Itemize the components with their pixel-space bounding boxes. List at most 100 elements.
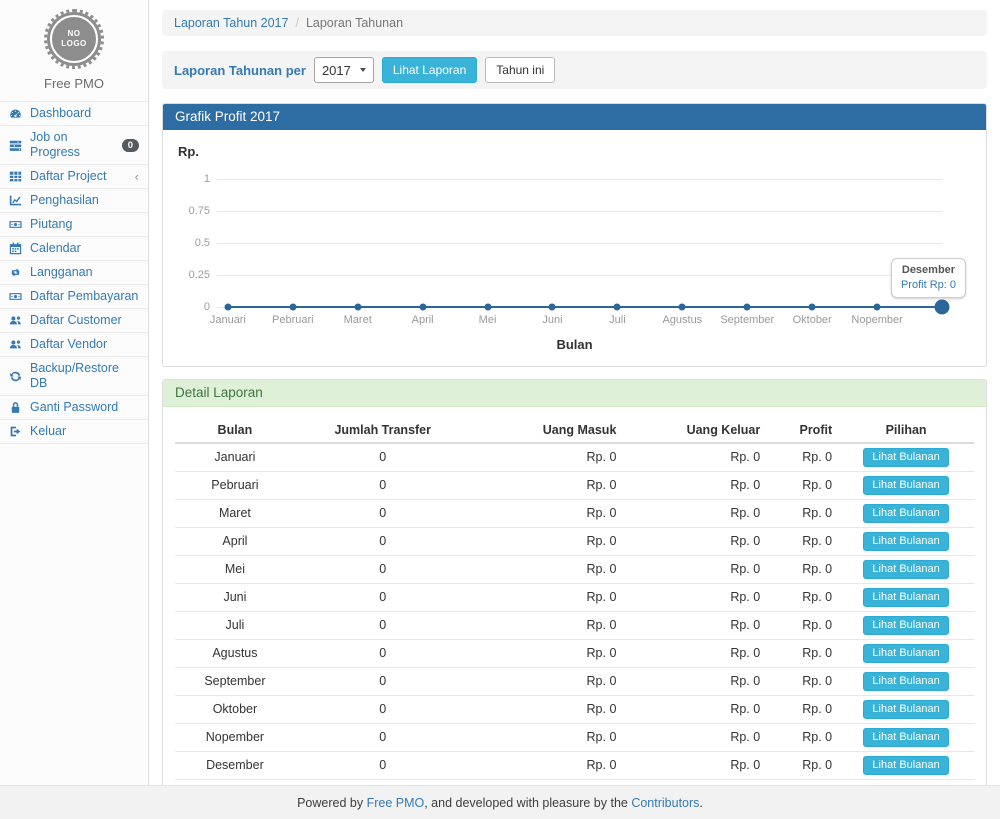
sidebar-item-backup-restore-db[interactable]: Backup/Restore DB [0, 357, 148, 396]
data-point-april[interactable] [419, 304, 426, 311]
breadcrumb: Laporan Tahun 2017 / Laporan Tahunan [162, 10, 987, 36]
table-row: Pebruari 0 Rp. 0 Rp. 0 Rp. 0 Lihat Bulan… [175, 472, 974, 500]
lihat-bulanan-button[interactable]: Lihat Bulanan [863, 672, 948, 691]
lihat-bulanan-button[interactable]: Lihat Bulanan [863, 448, 948, 467]
chart-tooltip: Desember Profit Rp: 0 [891, 258, 966, 298]
sidebar-item-calendar[interactable]: Calendar [0, 237, 148, 261]
profit-line [228, 306, 942, 308]
count-badge: 0 [122, 139, 139, 152]
sidebar-item-daftar-customer[interactable]: Daftar Customer [0, 309, 148, 333]
lihat-bulanan-button[interactable]: Lihat Bulanan [863, 476, 948, 495]
sidebar-item-daftar-vendor[interactable]: Daftar Vendor [0, 333, 148, 357]
sidebar-item-daftar-pembayaran[interactable]: Daftar Pembayaran [0, 285, 148, 309]
lihat-bulanan-button[interactable]: Lihat Bulanan [863, 616, 948, 635]
year-select[interactable]: 2017 [314, 57, 374, 83]
lihat-bulanan-button[interactable]: Lihat Bulanan [863, 588, 948, 607]
chart-y-axis-title: Rp. [178, 144, 974, 159]
breadcrumb-link[interactable]: Laporan Tahun 2017 [174, 16, 288, 30]
data-point-pebruari[interactable] [289, 304, 296, 311]
chevron-down-icon [360, 68, 366, 72]
sidebar-item-job-on-progress[interactable]: Job on Progress 0 [0, 126, 148, 165]
sidebar-item-label: Ganti Password [30, 400, 118, 415]
retweet-icon [9, 266, 24, 279]
y-tick-label: 0.5 [195, 237, 210, 249]
sidebar-item-langganan[interactable]: Langganan [0, 261, 148, 285]
free-pmo-link[interactable]: Free PMO [367, 796, 425, 810]
x-tick-label: Juni [542, 314, 562, 326]
data-point-januari[interactable] [224, 304, 231, 311]
data-point-mei[interactable] [484, 304, 491, 311]
no-logo-text: NO LOGO [61, 29, 87, 49]
sidebar-item-dashboard[interactable]: Dashboard [0, 102, 148, 126]
lihat-bulanan-button[interactable]: Lihat Bulanan [863, 560, 948, 579]
table-row: September 0 Rp. 0 Rp. 0 Rp. 0 Lihat Bula… [175, 668, 974, 696]
chart-panel-title: Grafik Profit 2017 [163, 104, 986, 130]
sidebar-item-label: Daftar Project [30, 169, 106, 184]
breadcrumb-separator: / [295, 16, 298, 30]
y-tick-label: 0.25 [189, 269, 210, 281]
data-point-maret[interactable] [354, 304, 361, 311]
gridline [217, 211, 942, 212]
detail-table-body: Januari 0 Rp. 0 Rp. 0 Rp. 0 Lihat Bulana… [175, 443, 974, 785]
detail-table: Bulan Jumlah Transfer Uang Masuk Uang Ke… [175, 419, 974, 785]
sidebar-item-piutang[interactable]: Piutang [0, 213, 148, 237]
sidebar-item-penghasilan[interactable]: Penghasilan [0, 189, 148, 213]
detail-panel-body: Bulan Jumlah Transfer Uang Masuk Uang Ke… [163, 407, 986, 785]
detail-panel-title: Detail Laporan [163, 380, 986, 407]
data-point-desember[interactable] [935, 300, 950, 315]
table-row: Desember 0 Rp. 0 Rp. 0 Rp. 0 Lihat Bulan… [175, 752, 974, 780]
x-tick-label: Maret [344, 314, 372, 326]
data-point-agustus[interactable] [679, 304, 686, 311]
data-point-juli[interactable] [614, 304, 621, 311]
column-header-uang-keluar: Uang Keluar [622, 419, 766, 443]
x-tick-label: Juli [609, 314, 626, 326]
lihat-bulanan-button[interactable]: Lihat Bulanan [863, 532, 948, 551]
data-point-oktober[interactable] [809, 304, 816, 311]
x-tick-label: Mei [479, 314, 497, 326]
chart-panel-body: Rp. Desember Profit Rp: 0 10.750.50.250 … [163, 130, 986, 366]
y-tick-label: 0 [204, 301, 210, 313]
lihat-bulanan-button[interactable]: Lihat Bulanan [863, 644, 948, 663]
gridline [217, 179, 942, 180]
table-icon [9, 170, 24, 183]
tahun-ini-button[interactable]: Tahun ini [485, 57, 555, 83]
footer: Powered by Free PMO, and developed with … [0, 785, 1000, 819]
profit-chart-panel: Grafik Profit 2017 Rp. Desember Profit R… [162, 103, 987, 367]
sidebar-item-keluar[interactable]: Keluar [0, 420, 148, 444]
sign-out-icon [9, 425, 24, 438]
main-row: NO LOGO Free PMO Dashboard Job on Progre… [0, 0, 1000, 785]
year-select-value: 2017 [322, 63, 351, 78]
no-logo-badge: NO LOGO [47, 12, 101, 66]
contributors-link[interactable]: Contributors [631, 796, 699, 810]
lihat-laporan-button[interactable]: Lihat Laporan [382, 57, 477, 83]
column-header-jumlah-transfer: Jumlah Transfer [295, 419, 471, 443]
tasks-icon [9, 139, 24, 152]
users-icon [9, 314, 24, 327]
logo-area: NO LOGO Free PMO [0, 0, 148, 101]
users-icon [9, 338, 24, 351]
table-row: Januari 0 Rp. 0 Rp. 0 Rp. 0 Lihat Bulana… [175, 443, 974, 472]
line-chart-icon [9, 194, 24, 207]
brand-name: Free PMO [0, 76, 148, 91]
chart-plot: Desember Profit Rp: 0 10.750.50.250 [217, 179, 942, 307]
lihat-bulanan-button[interactable]: Lihat Bulanan [863, 504, 948, 523]
column-header-pilihan: Pilihan [838, 419, 974, 443]
data-point-nopember[interactable] [874, 304, 881, 311]
lihat-bulanan-button[interactable]: Lihat Bulanan [863, 756, 948, 775]
table-row: Juli 0 Rp. 0 Rp. 0 Rp. 0 Lihat Bulanan [175, 612, 974, 640]
lihat-bulanan-button[interactable]: Lihat Bulanan [863, 728, 948, 747]
sidebar-item-label: Langganan [30, 265, 93, 280]
sidebar-item-label: Daftar Vendor [30, 337, 107, 352]
sidebar-item-ganti-password[interactable]: Ganti Password [0, 396, 148, 420]
column-header-uang-masuk: Uang Masuk [471, 419, 623, 443]
x-tick-label: Oktober [793, 314, 832, 326]
data-point-juni[interactable] [549, 304, 556, 311]
sidebar-item-daftar-project[interactable]: Daftar Project ‹ [0, 165, 148, 189]
y-tick-label: 1 [204, 173, 210, 185]
lihat-bulanan-button[interactable]: Lihat Bulanan [863, 700, 948, 719]
chart-x-labels: JanuariPebruariMaretAprilMeiJuniJuliAgus… [217, 314, 942, 328]
data-point-september[interactable] [744, 304, 751, 311]
x-tick-label: Pebruari [272, 314, 314, 326]
content: Laporan Tahun 2017 / Laporan Tahunan Lap… [149, 0, 1000, 785]
sidebar-menu: Dashboard Job on Progress 0 Daftar Proje… [0, 101, 148, 444]
